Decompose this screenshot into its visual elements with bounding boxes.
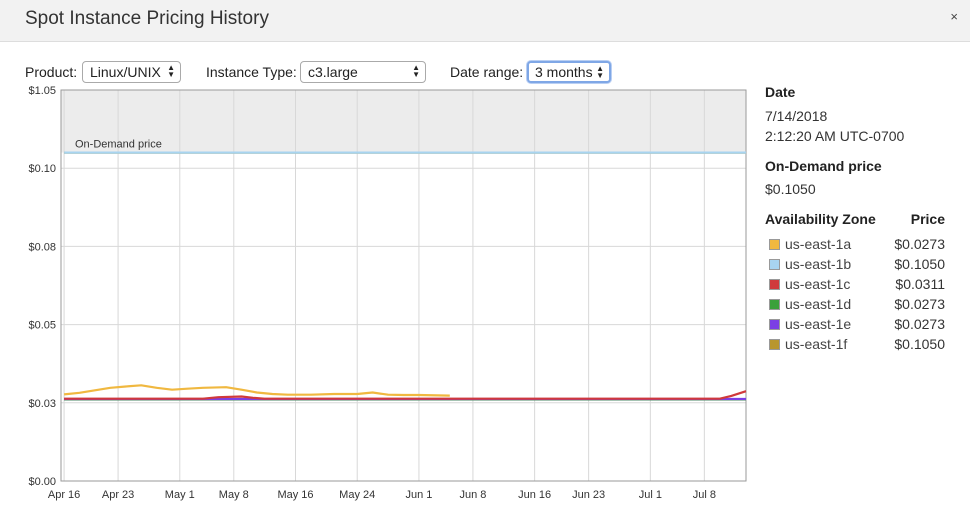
on-demand-heading: On-Demand price [765,158,882,174]
az-row[interactable]: us-east-1e $0.0273 [765,315,950,335]
pricing-history-chart[interactable]: $0.00 $0.03 $0.05 $0.08 $0.10 $1.05 Apr 16 Apr … [0,0,760,519]
az-price: $0.1050 [894,256,945,272]
x-tick-label: Jul 8 [693,489,716,501]
color-swatch [769,239,780,250]
az-name: us-east-1f [785,336,848,352]
az-table-header: Availability Zone Price [765,211,950,231]
az-price: $0.1050 [894,336,945,352]
x-tick-label: May 24 [339,489,375,501]
az-name: us-east-1e [785,316,852,332]
y-tick-label: $0.03 [28,398,56,410]
az-row[interactable]: us-east-1b $0.1050 [765,255,950,275]
x-tick-label: Jun 1 [405,489,432,501]
x-tick-label: May 16 [277,489,313,501]
color-swatch [769,299,780,310]
az-name: us-east-1b [785,256,852,272]
az-price: $0.0273 [894,236,945,252]
x-tick-label: Jul 1 [639,489,662,501]
color-swatch [769,319,780,330]
x-tick-label: Jun 23 [572,489,605,501]
details-panel: Date 7/14/2018 2:12:20 AM UTC-0700 On-De… [765,84,950,355]
y-tick-label: $0.08 [28,241,56,253]
price-heading: Price [910,211,945,227]
x-tick-label: Apr 16 [48,489,80,501]
y-tick-label: $0.10 [28,163,56,175]
x-tick-label: Jun 16 [518,489,551,501]
y-tick-label: $0.00 [28,476,56,488]
x-tick-label: Apr 23 [102,489,134,501]
close-icon[interactable]: × [950,10,958,24]
time-text: 2:12:20 AM UTC-0700 [765,128,905,144]
above-on-demand-region [61,90,746,153]
color-swatch [769,279,780,290]
az-price: $0.0273 [894,316,945,332]
az-price: $0.0311 [895,276,945,292]
az-row[interactable]: us-east-1d $0.0273 [765,295,950,315]
date-text: 7/14/2018 [765,108,828,124]
y-tick-label: $0.05 [28,320,56,332]
az-name: us-east-1d [785,296,852,312]
date-value: 7/14/2018 2:12:20 AM UTC-0700 [765,106,950,146]
az-name: us-east-1a [785,236,852,252]
az-row[interactable]: us-east-1a $0.0273 [765,235,950,255]
date-heading: Date [765,84,796,100]
color-swatch [769,339,780,350]
color-swatch [769,259,780,270]
x-tick-label: May 8 [219,489,249,501]
on-demand-value: $0.1050 [765,181,816,197]
az-list: us-east-1a $0.0273 us-east-1b $0.1050 us-e… [765,235,950,355]
x-tick-label: Jun 8 [459,489,486,501]
az-name: us-east-1c [785,276,851,292]
az-row[interactable]: us-east-1c $0.0311 [765,275,950,295]
az-row[interactable]: us-east-1f $0.1050 [765,335,950,355]
on-demand-label: On-Demand price [75,139,162,151]
y-tick-label: $1.05 [28,85,56,97]
az-heading: Availability Zone [765,211,876,227]
az-price: $0.0273 [894,296,945,312]
x-tick-label: May 1 [165,489,195,501]
